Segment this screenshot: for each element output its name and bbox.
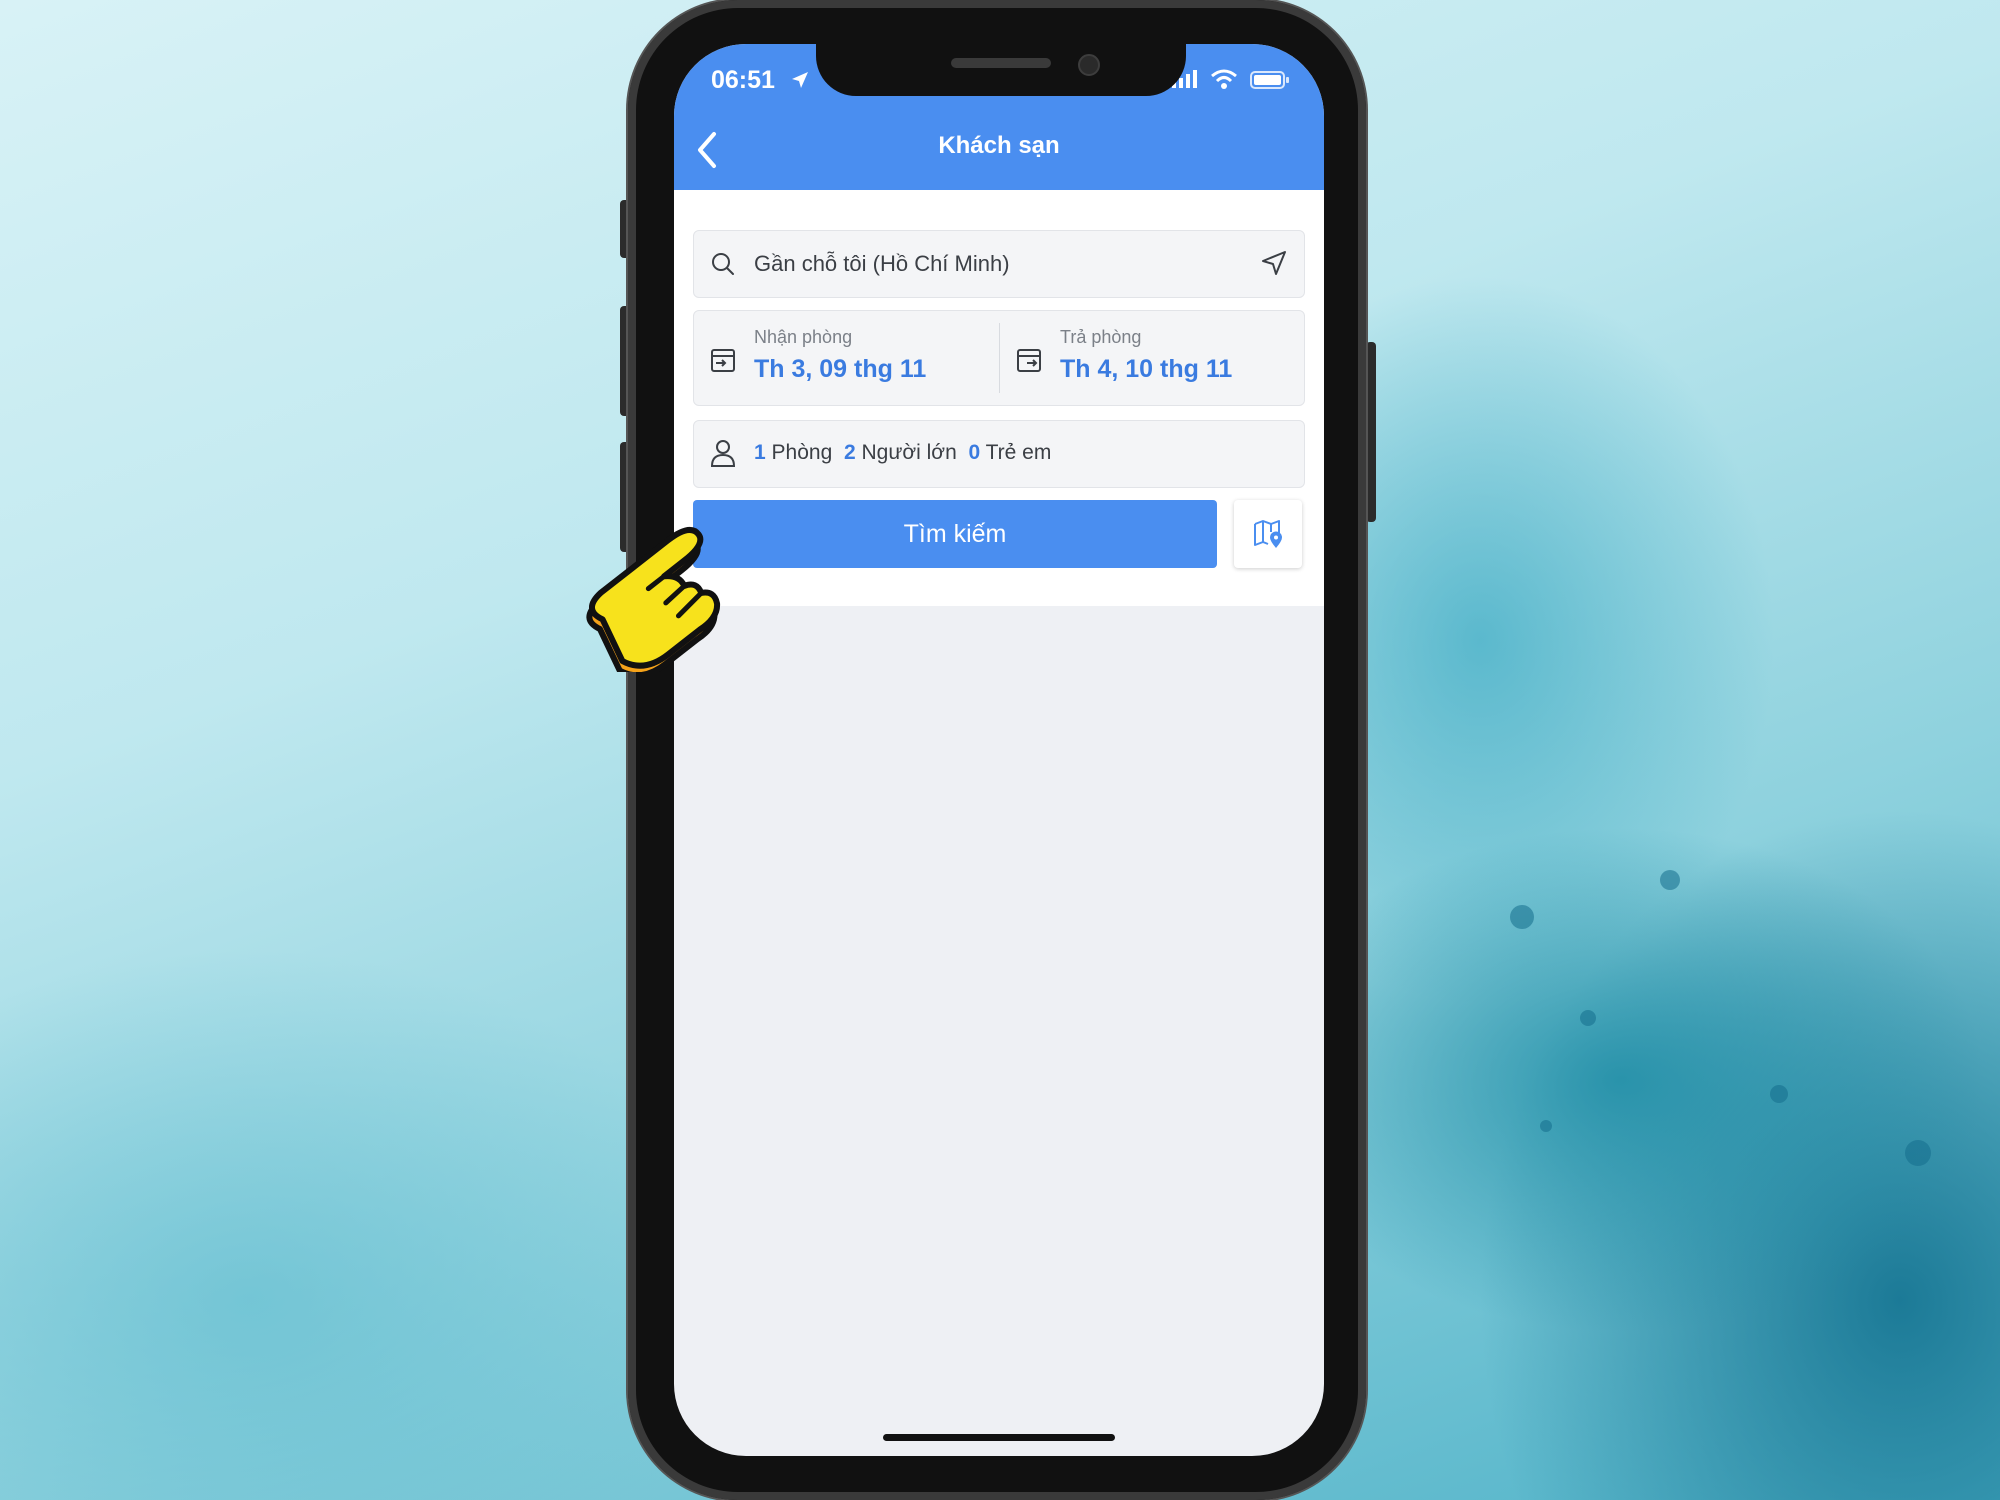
background-spot	[1770, 1085, 1788, 1103]
location-search-field[interactable]: Gần chỗ tôi (Hồ Chí Minh)	[693, 230, 1305, 298]
guests-summary: 1 Phòng 2 Người lớn 0 Trẻ em	[754, 441, 1051, 465]
phone-power-button	[1366, 342, 1376, 522]
checkin-label: Nhận phòng	[754, 327, 853, 347]
navigation-arrow-icon[interactable]	[1260, 249, 1288, 281]
map-view-button[interactable]	[1234, 500, 1302, 568]
background-spot	[1580, 1010, 1596, 1026]
adults-count: 2	[843, 441, 856, 464]
phone-notch	[816, 44, 1186, 96]
background-spot	[1540, 1120, 1552, 1132]
location-services-icon	[790, 70, 810, 94]
checkin-date-field[interactable]: Nhận phòng Th 3, 09 thg 11	[694, 311, 999, 405]
pointing-hand-icon	[560, 512, 780, 679]
adults-label: Người lớn	[861, 441, 957, 464]
date-selector: Nhận phòng Th 3, 09 thg 11 Trả phòng Th …	[693, 310, 1305, 406]
checkin-value: Th 3, 09 thg 11	[754, 355, 927, 383]
battery-icon	[1250, 71, 1290, 93]
guests-selector[interactable]: 1 Phòng 2 Người lớn 0 Trẻ em	[693, 420, 1305, 488]
calendar-checkin-icon	[710, 347, 736, 377]
background-spot	[1905, 1140, 1931, 1166]
person-icon	[710, 439, 736, 471]
background-spot	[1660, 870, 1680, 890]
rooms-count: 1	[754, 441, 766, 464]
front-camera	[1078, 54, 1100, 76]
background-spot	[1510, 905, 1534, 929]
status-time: 06:51	[711, 66, 775, 94]
children-label: Trẻ em	[985, 441, 1052, 464]
checkout-label: Trả phòng	[1060, 327, 1142, 347]
checkout-date-field[interactable]: Trả phòng Th 4, 10 thg 11	[1000, 311, 1304, 405]
phone-speaker	[951, 58, 1051, 68]
page-title: Khách sạn	[938, 132, 1060, 159]
calendar-checkout-icon	[1016, 347, 1042, 377]
search-icon	[710, 251, 736, 281]
home-indicator	[883, 1434, 1115, 1441]
rooms-label: Phòng	[771, 441, 833, 464]
wifi-icon	[1210, 68, 1238, 94]
children-count: 0	[968, 441, 981, 464]
checkout-value: Th 4, 10 thg 11	[1060, 355, 1233, 383]
phone-screen: 06:51 Khách sạn Gần chỗ tôi (Hồ Chí Minh…	[674, 44, 1324, 1456]
location-search-value: Gần chỗ tôi (Hồ Chí Minh)	[754, 251, 1010, 276]
